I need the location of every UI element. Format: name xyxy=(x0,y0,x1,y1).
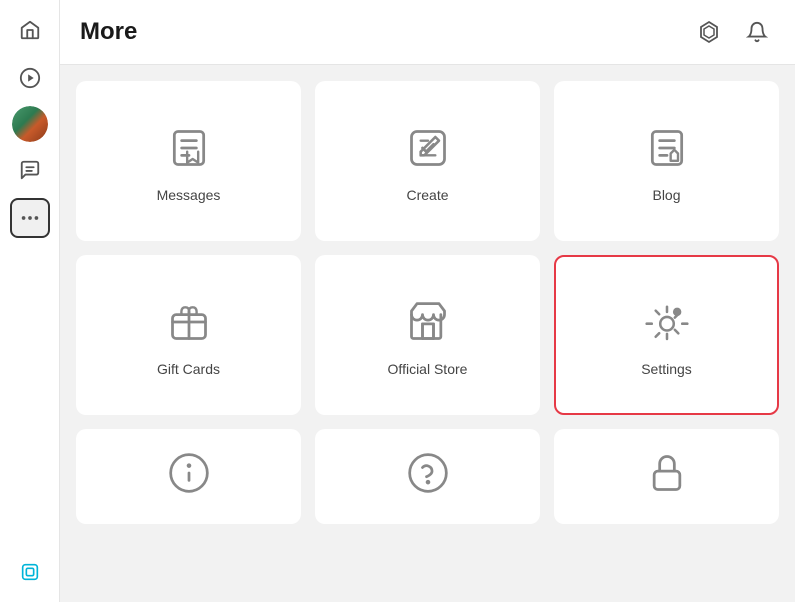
card-info[interactable] xyxy=(76,429,301,524)
create-label: Create xyxy=(406,187,448,203)
card-messages[interactable]: Messages xyxy=(76,81,301,241)
grid-area: Messages Create xyxy=(60,65,795,602)
sidebar-item-home[interactable] xyxy=(10,10,50,50)
sidebar-bottom xyxy=(10,552,50,592)
blog-icon xyxy=(645,126,689,175)
gift-cards-label: Gift Cards xyxy=(157,361,220,377)
official-store-label: Official Store xyxy=(388,361,468,377)
gift-cards-icon xyxy=(167,300,211,349)
lock-icon xyxy=(645,451,689,500)
sidebar-item-discover[interactable] xyxy=(10,58,50,98)
card-create[interactable]: Create xyxy=(315,81,540,241)
header: More xyxy=(60,0,795,65)
help-icon xyxy=(406,451,450,500)
avatar-image xyxy=(12,106,48,142)
card-official-store[interactable]: Official Store xyxy=(315,255,540,415)
main-content: More xyxy=(60,0,795,602)
sidebar-avatar[interactable] xyxy=(12,106,48,142)
cards-grid: Messages Create xyxy=(76,81,779,524)
settings-icon xyxy=(645,300,689,349)
messages-icon xyxy=(167,126,211,175)
card-help[interactable] xyxy=(315,429,540,524)
sidebar-item-more[interactable] xyxy=(10,198,50,238)
create-icon xyxy=(406,126,450,175)
settings-label: Settings xyxy=(641,361,692,377)
blog-label: Blog xyxy=(652,187,680,203)
sidebar xyxy=(0,0,60,602)
card-gift-cards[interactable]: Gift Cards xyxy=(76,255,301,415)
page-title: More xyxy=(80,18,137,46)
card-lock[interactable] xyxy=(554,429,779,524)
sidebar-item-robux[interactable] xyxy=(10,552,50,592)
official-store-icon xyxy=(406,300,450,349)
header-icons xyxy=(691,14,775,50)
messages-label: Messages xyxy=(157,187,221,203)
card-blog[interactable]: Blog xyxy=(554,81,779,241)
sidebar-item-chat[interactable] xyxy=(10,150,50,190)
notification-button[interactable] xyxy=(739,14,775,50)
robux-button[interactable] xyxy=(691,14,727,50)
info-icon xyxy=(167,451,211,500)
card-settings[interactable]: Settings xyxy=(554,255,779,415)
